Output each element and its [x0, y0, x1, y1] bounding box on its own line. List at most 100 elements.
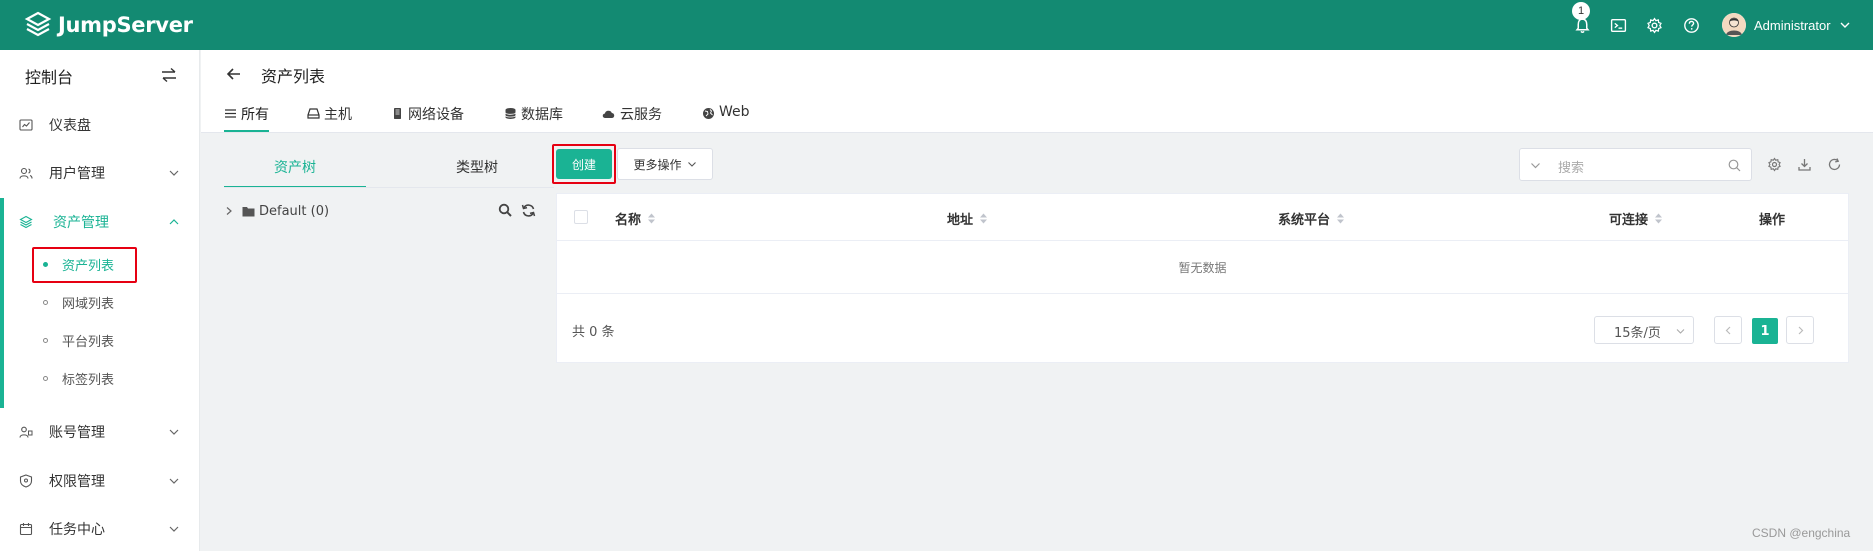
switch-view-icon[interactable]: [160, 66, 178, 84]
highlight-box: [32, 247, 137, 283]
search-icon[interactable]: [498, 203, 513, 218]
column-header-actions: 操作: [1759, 209, 1785, 228]
tab-host[interactable]: 主机: [307, 104, 352, 132]
sidebar-subitem-label: 网域列表: [62, 296, 115, 312]
search-input[interactable]: 搜索: [1519, 148, 1752, 181]
sidebar-subitem-label: 平台列表: [62, 334, 115, 350]
column-header-platform[interactable]: 系统平台: [1278, 209, 1345, 228]
host-icon: [307, 108, 320, 119]
more-actions-dropdown[interactable]: 更多操作: [617, 148, 713, 180]
globe-icon: [703, 108, 714, 119]
calendar-icon: [19, 523, 33, 536]
column-header-label: 系统平台: [1278, 213, 1331, 228]
column-header-label: 名称: [615, 213, 642, 228]
caret-right-icon[interactable]: [224, 206, 234, 216]
web-terminal-button[interactable]: [1606, 13, 1630, 37]
logo-icon: [24, 11, 52, 37]
page-header: 资产列表 所有 主机 网络设备 数据库 云服务 Web: [201, 50, 1873, 133]
tab-all[interactable]: 所有: [224, 104, 269, 132]
tab-web[interactable]: Web: [702, 104, 750, 132]
tab-asset-tree[interactable]: 资产树: [224, 150, 366, 188]
avatar-icon: [1722, 13, 1746, 37]
chevron-down-icon: [169, 429, 179, 435]
settings-icon[interactable]: [1767, 157, 1782, 172]
sidebar-subitem-platform-list[interactable]: 平台列表: [0, 324, 199, 356]
sidebar-item-permissions[interactable]: 权限管理: [0, 459, 199, 503]
chevron-up-icon: [169, 219, 179, 225]
sidebar-item-label: 权限管理: [49, 474, 105, 490]
username: Administrator: [1754, 17, 1831, 33]
tab-type-tree[interactable]: 类型树: [406, 150, 548, 188]
tree-node-label: Default (0): [259, 203, 330, 219]
sort-icon[interactable]: [1336, 212, 1345, 225]
column-header-label: 操作: [1759, 213, 1786, 228]
sort-icon[interactable]: [647, 212, 656, 225]
assets-icon: [19, 215, 33, 229]
device-icon: [394, 108, 401, 119]
terminal-icon: [1610, 18, 1626, 32]
tab-label: 所有: [241, 107, 269, 123]
back-arrow-icon[interactable]: [225, 65, 243, 83]
tab-network-device[interactable]: 网络设备: [391, 104, 464, 132]
sidebar-subitem-label-list[interactable]: 标签列表: [0, 362, 199, 394]
sidebar-item-accounts[interactable]: 账号管理: [0, 410, 199, 454]
list-icon: [225, 109, 236, 118]
highlight-box: [552, 144, 616, 184]
column-header-name[interactable]: 名称: [615, 209, 656, 228]
search-placeholder: 搜索: [1558, 161, 1585, 176]
database-icon: [505, 108, 516, 119]
help-button[interactable]: [1679, 13, 1703, 37]
page-size-value: 15条/页: [1614, 326, 1661, 341]
sidebar-item-assets[interactable]: 资产管理: [0, 200, 199, 244]
sidebar-item-dashboard[interactable]: 仪表盘: [0, 103, 199, 147]
total-count: 共 0 条: [572, 325, 615, 340]
sidebar-item-task-center[interactable]: 任务中心: [0, 507, 199, 551]
user-menu[interactable]: Administrator: [1722, 13, 1851, 37]
select-all-checkbox[interactable]: [574, 210, 588, 224]
tab-database[interactable]: 数据库: [504, 104, 563, 132]
chevron-down-icon: [1676, 329, 1685, 334]
sidebar-item-label: 仪表盘: [49, 118, 91, 134]
shield-icon: [19, 474, 33, 488]
cloud-icon: [602, 110, 615, 118]
refresh-icon[interactable]: [521, 203, 536, 218]
tree-tabs: 资产树 类型树: [224, 150, 554, 188]
help-icon: [1683, 17, 1699, 33]
asset-table: 名称 地址 系统平台 可连接 操作 暂无数据 共 0 条 15条/页 1: [556, 193, 1849, 363]
tab-label: 网络设备: [408, 107, 464, 123]
column-header-address[interactable]: 地址: [947, 209, 988, 228]
bullet-icon: [43, 337, 48, 343]
tab-cloud-service[interactable]: 云服务: [601, 104, 662, 132]
jumpserver-logo[interactable]: JumpServer: [24, 11, 193, 39]
sort-icon[interactable]: [1654, 212, 1663, 225]
chevron-down-icon[interactable]: [1530, 160, 1541, 171]
download-icon[interactable]: [1797, 157, 1812, 172]
column-header-label: 地址: [947, 213, 974, 228]
avatar: [1722, 13, 1746, 37]
sidebar-subitem-domain-list[interactable]: 网域列表: [0, 286, 199, 318]
next-page-button[interactable]: [1786, 316, 1814, 344]
page-number-current[interactable]: 1: [1752, 318, 1778, 344]
sidebar-item-label: 用户管理: [49, 166, 105, 182]
refresh-icon[interactable]: [1827, 157, 1842, 172]
chevron-left-icon: [1725, 326, 1730, 334]
tree-tabs-divider: [224, 187, 554, 188]
sort-icon[interactable]: [979, 212, 988, 225]
more-actions-label: 更多操作: [633, 157, 682, 172]
top-header: JumpServer 1 Administrator: [0, 0, 1873, 50]
tab-label: Web: [719, 104, 750, 120]
page-size-select[interactable]: 15条/页: [1594, 316, 1694, 344]
users-icon: [19, 167, 33, 179]
column-header-connectivity[interactable]: 可连接: [1609, 209, 1663, 228]
accounts-icon: [19, 426, 33, 438]
prev-page-button[interactable]: [1714, 316, 1742, 344]
chevron-down-icon: [687, 162, 696, 167]
tab-label: 云服务: [620, 107, 662, 123]
tree-node-default[interactable]: Default (0): [224, 203, 329, 219]
sidebar-subitem-label: 标签列表: [62, 372, 115, 388]
sidebar-item-users[interactable]: 用户管理: [0, 151, 199, 195]
dashboard-icon: [19, 119, 33, 131]
settings-button[interactable]: [1642, 13, 1666, 37]
bullet-icon: [43, 375, 48, 381]
table-header: 名称 地址 系统平台 可连接 操作: [557, 194, 1848, 241]
